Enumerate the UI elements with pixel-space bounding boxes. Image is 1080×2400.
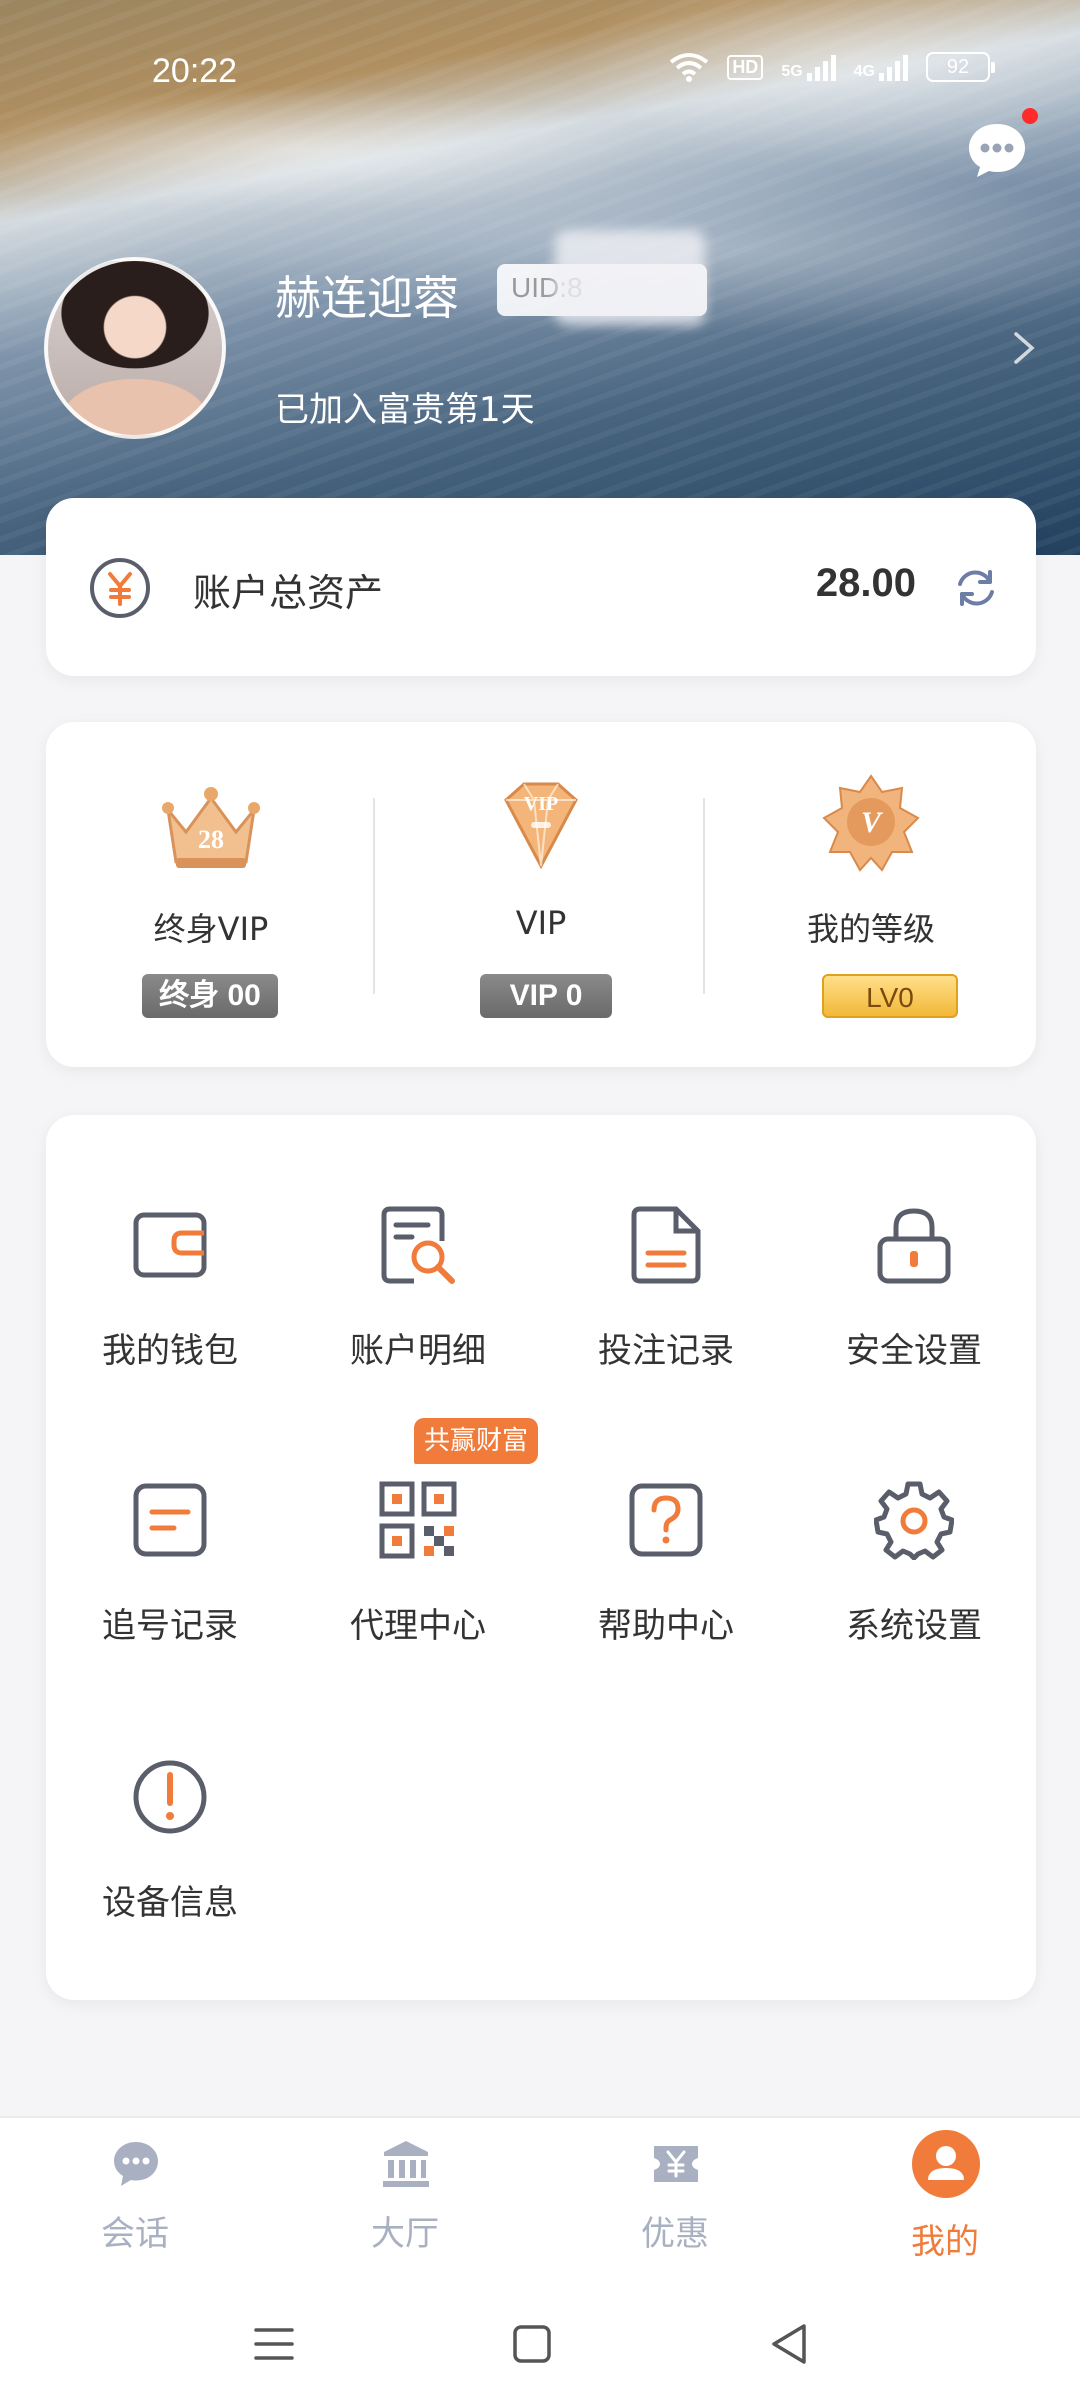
chat-icon bbox=[114, 2142, 158, 2186]
menu-label: 系统设置 bbox=[846, 1606, 982, 1646]
info-icon bbox=[133, 1760, 207, 1834]
menu-label: 设备信息 bbox=[102, 1883, 238, 1923]
menu-label: 账户明细 bbox=[350, 1331, 486, 1371]
menu-item-chase-record[interactable]: 追号记录 bbox=[46, 1480, 294, 1680]
message-icon[interactable] bbox=[965, 120, 1029, 180]
menu-item-help-center[interactable]: 帮助中心 bbox=[542, 1480, 790, 1680]
menu-item-security[interactable]: 安全设置 bbox=[790, 1205, 1038, 1405]
promo-tag: 共赢财富 bbox=[414, 1418, 539, 1464]
user-icon bbox=[912, 2130, 980, 2198]
lifetime-vip-item[interactable]: 28 终身VIP 终身 00 bbox=[46, 722, 376, 1067]
tab-mine[interactable]: 我的 bbox=[810, 2118, 1080, 2288]
qr-code-icon bbox=[379, 1481, 457, 1559]
divider bbox=[703, 798, 705, 994]
my-level-item[interactable]: V 我的等级 LV0 bbox=[706, 722, 1036, 1067]
tab-label: 会话 bbox=[101, 2214, 169, 2254]
tab-label: 我的 bbox=[911, 2222, 979, 2262]
chase-record-icon bbox=[133, 1483, 207, 1557]
menu-label: 帮助中心 bbox=[598, 1606, 734, 1646]
menu-label: 投注记录 bbox=[598, 1331, 734, 1371]
menu-label: 追号记录 bbox=[102, 1606, 238, 1646]
level-badge: LV0 bbox=[822, 974, 958, 1018]
asset-label: 账户总资产 bbox=[193, 571, 384, 615]
menu-nav-icon[interactable] bbox=[246, 2316, 302, 2372]
back-nav-icon[interactable] bbox=[762, 2316, 818, 2372]
wallet-icon bbox=[133, 1212, 207, 1278]
signal-5g: 5G bbox=[781, 53, 836, 81]
menu-item-agent-center[interactable]: 代理中心 bbox=[294, 1480, 542, 1680]
menu-item-account-detail[interactable]: 账户明细 bbox=[294, 1205, 542, 1405]
vip-card: 28 终身VIP 终身 00 VIP VIP VIP 0 V 我的等级 LV0 bbox=[46, 722, 1036, 1067]
user-name: 赫连迎蓉 bbox=[275, 271, 459, 325]
crown-icon: 28 bbox=[162, 787, 260, 868]
signal-bars-icon bbox=[806, 53, 836, 81]
home-nav-icon[interactable] bbox=[504, 2316, 560, 2372]
gear-icon bbox=[874, 1481, 954, 1560]
hd-badge: HD bbox=[727, 54, 764, 80]
yuan-icon bbox=[90, 558, 150, 618]
status-icons: HD 5G 4G 92 bbox=[669, 52, 995, 82]
menu-item-wallet[interactable]: 我的钱包 bbox=[46, 1205, 294, 1405]
bank-icon bbox=[383, 2141, 429, 2187]
asset-card[interactable]: 账户总资产 28.00 bbox=[46, 498, 1036, 676]
diamond-text: VIP bbox=[524, 793, 558, 815]
refresh-icon[interactable] bbox=[952, 564, 1000, 612]
join-days-text: 已加入富贵第1天 bbox=[275, 390, 535, 430]
lifetime-vip-badge: 终身 00 bbox=[142, 974, 278, 1018]
wifi-icon bbox=[670, 53, 709, 82]
network-5g-label: 5G bbox=[781, 63, 803, 80]
asset-value: 28.00 bbox=[815, 561, 916, 605]
menu-item-system-settings[interactable]: 系统设置 bbox=[790, 1480, 1038, 1680]
network-4g-label: 4G bbox=[853, 63, 875, 80]
vip-item[interactable]: VIP VIP VIP 0 bbox=[376, 722, 706, 1067]
menu-card: 我的钱包 账户明细 投注记录 安全设置 追号记录 代理中心 帮助中心 系统设置 … bbox=[46, 1115, 1036, 2000]
account-detail-icon bbox=[381, 1206, 455, 1284]
medal-text: V bbox=[861, 806, 884, 839]
uid-blur-mask bbox=[555, 230, 705, 325]
tab-label: 优惠 bbox=[641, 2214, 709, 2254]
system-nav-bar bbox=[0, 2286, 1080, 2400]
diamond-icon: VIP bbox=[504, 782, 578, 870]
notification-dot bbox=[1022, 108, 1038, 124]
menu-label: 我的钱包 bbox=[102, 1331, 238, 1371]
lifetime-vip-label: 终身VIP bbox=[153, 910, 269, 948]
menu-label: 安全设置 bbox=[846, 1331, 982, 1371]
tab-promo[interactable]: 优惠 bbox=[540, 2118, 810, 2288]
crown-number: 28 bbox=[198, 825, 224, 854]
vip-badge: VIP 0 bbox=[480, 974, 612, 1018]
menu-item-device-info[interactable]: 设备信息 bbox=[46, 1757, 294, 1957]
avatar[interactable] bbox=[44, 257, 226, 439]
bottom-tab-bar: 会话 大厅 优惠 我的 bbox=[0, 2116, 1080, 2286]
tab-hall[interactable]: 大厅 bbox=[270, 2118, 540, 2288]
tab-chat[interactable]: 会话 bbox=[0, 2118, 270, 2288]
menu-label: 代理中心 bbox=[350, 1606, 486, 1646]
signal-4g: 4G bbox=[854, 53, 908, 81]
signal-bars-icon bbox=[879, 53, 908, 81]
chevron-right-icon[interactable] bbox=[1010, 330, 1038, 366]
vip-label: VIP bbox=[515, 904, 567, 942]
menu-item-bet-record[interactable]: 投注记录 bbox=[542, 1205, 790, 1405]
tab-label: 大厅 bbox=[371, 2214, 439, 2254]
divider bbox=[373, 798, 375, 994]
battery-indicator: 92 bbox=[926, 52, 995, 82]
status-bar: 20:22 HD 5G 4G 92 bbox=[0, 0, 1080, 140]
level-medal-icon: V bbox=[822, 774, 920, 872]
lock-icon bbox=[877, 1208, 951, 1284]
help-icon bbox=[629, 1483, 703, 1557]
status-time: 20:22 bbox=[152, 52, 238, 90]
my-level-label: 我的等级 bbox=[806, 910, 935, 948]
coupon-icon bbox=[654, 2146, 698, 2182]
bet-record-icon bbox=[631, 1206, 701, 1284]
